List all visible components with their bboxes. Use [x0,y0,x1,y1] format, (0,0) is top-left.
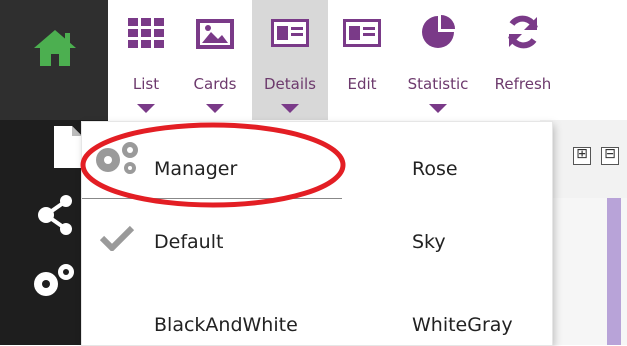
statistic-label: Statistic [407,75,469,93]
menu-item-manager[interactable]: Manager Rose [82,122,552,196]
theme-dropdown-menu: Manager Rose Default Sky BlackAndWhite W… [82,122,552,345]
menu-item-blackandwhite[interactable]: BlackAndWhite WhiteGray [82,272,552,346]
grid-icon [128,18,164,48]
cards-button[interactable]: Cards [180,0,250,120]
edit-label: Edit [347,75,377,93]
details-label: Details [263,75,316,93]
list-label: List [132,75,160,93]
collapse-button[interactable]: ⊟ [601,147,619,165]
details-caret-icon[interactable] [281,104,299,113]
home-icon [34,30,76,66]
menu-item-default[interactable]: Default Sky [82,199,552,273]
image-card-icon [196,19,234,49]
menu-item-sky[interactable]: Sky [412,231,446,253]
refresh-button[interactable]: Refresh [484,0,562,120]
gears-icon[interactable] [30,262,76,302]
gears-icon [96,142,138,174]
cards-label: Cards [193,75,237,93]
refresh-icon [508,15,538,49]
refresh-label: Refresh [494,75,552,93]
document-icon[interactable] [52,124,84,170]
share-icon[interactable] [36,193,76,237]
list-caret-icon[interactable] [137,104,155,113]
toolbar: List Cards Details Edit Statistic Refres… [108,0,627,120]
pie-chart-icon [422,15,455,48]
details-card-icon [271,19,309,47]
edit-card-icon [343,19,381,47]
sidebar-home-button[interactable] [0,0,108,120]
edit-button[interactable]: Edit [330,0,394,120]
menu-item-rose[interactable]: Rose [412,158,458,180]
menu-item-label: Manager [154,158,238,180]
accent-strip [607,198,621,345]
details-button[interactable]: Details [252,0,328,120]
menu-item-label: Default [154,231,224,253]
expand-button[interactable]: ⊞ [573,147,591,165]
statistic-button[interactable]: Statistic [396,0,480,120]
list-button[interactable]: List [114,0,178,120]
cards-caret-icon[interactable] [206,104,224,113]
statistic-caret-icon[interactable] [429,104,447,113]
checkmark-icon [100,225,134,251]
menu-item-label: BlackAndWhite [154,314,298,336]
menu-item-whitegray[interactable]: WhiteGray [412,314,513,336]
